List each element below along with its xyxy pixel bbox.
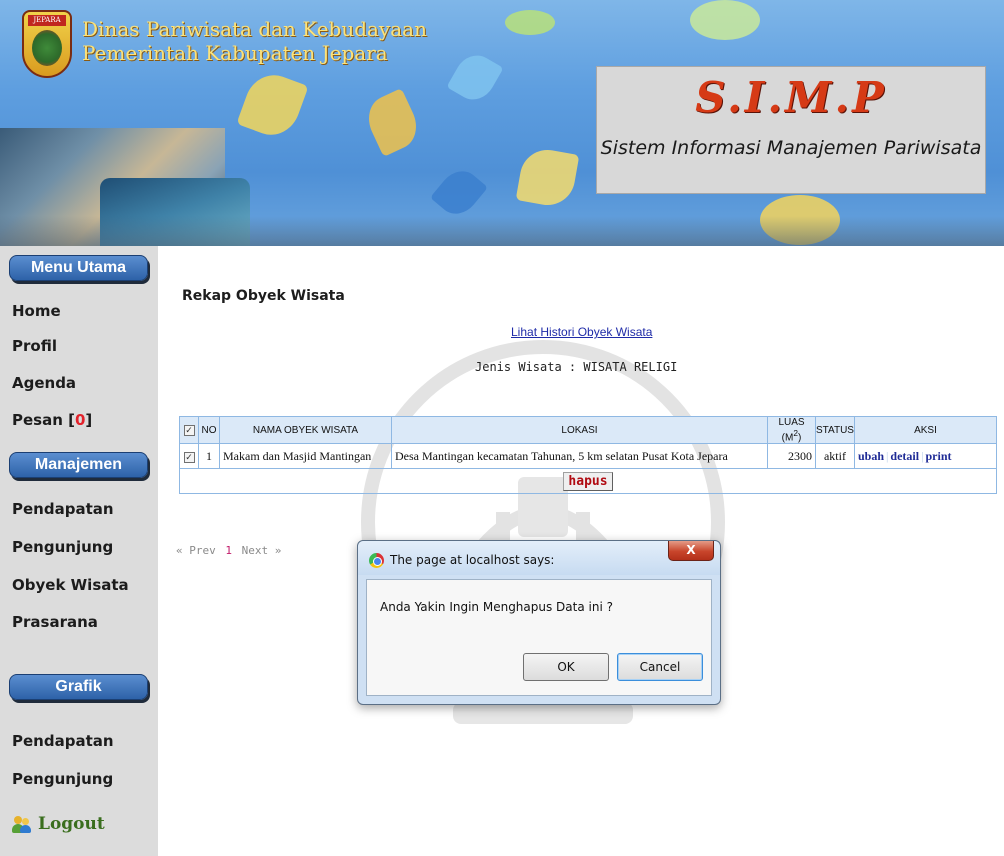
dialog-titlebar: The page at localhost says: X <box>358 541 720 575</box>
dialog-body: Anda Yakin Ingin Menghapus Data ini ? OK… <box>366 579 712 696</box>
header-banner: JEPARA Dinas Pariwisata dan Kebudayaan P… <box>0 0 1004 246</box>
sidebar-item-obyek-wisata[interactable]: Obyek Wisata <box>12 576 129 594</box>
sidebar-item-grafik-pendapatan[interactable]: Pendapatan <box>12 732 114 750</box>
col-status: STATUS <box>815 415 855 445</box>
history-link[interactable]: Lihat Histori Obyek Wisata <box>511 325 652 339</box>
row-nama: Makam dan Masjid Mantingan <box>219 443 392 470</box>
pager-current[interactable]: 1 <box>225 544 232 557</box>
col-luas: LUAS (M2) <box>767 415 816 445</box>
banner-decoration <box>360 88 425 157</box>
chrome-icon <box>369 553 384 568</box>
banner-decoration <box>446 48 504 107</box>
emblem-tag: JEPARA <box>28 15 66 26</box>
dialog-title: The page at localhost says: <box>390 553 555 567</box>
action-separator: | <box>886 448 889 463</box>
page-title: Rekap Obyek Wisata <box>182 288 345 304</box>
banner-decoration <box>505 10 555 35</box>
confirm-dialog: The page at localhost says: X Anda Yakin… <box>357 540 721 705</box>
row-status: aktif <box>815 443 855 470</box>
emblem-inner <box>32 30 62 66</box>
sidebar-item-profil[interactable]: Profil <box>12 337 57 355</box>
row-luas: 2300 <box>767 443 816 470</box>
sidebar-item-pengunjung[interactable]: Pengunjung <box>12 538 113 556</box>
col-aksi: AKSI <box>853 415 998 445</box>
jepara-emblem-logo: JEPARA <box>22 10 72 78</box>
banner-decoration <box>515 145 580 210</box>
col-luas-close: ) <box>797 432 802 444</box>
table-footer-row: hapus <box>179 468 997 495</box>
jenis-wisata-label: Jenis Wisata : WISATA RELIGI <box>475 360 678 374</box>
sidebar-item-home[interactable]: Home <box>12 302 61 320</box>
people-icon <box>12 815 32 833</box>
detail-link[interactable]: detail <box>890 449 919 463</box>
col-lokasi: LOKASI <box>391 415 768 445</box>
sidebar-item-grafik-pengunjung[interactable]: Pengunjung <box>12 770 113 788</box>
sidebar-item-pendapatan[interactable]: Pendapatan <box>12 500 114 518</box>
row-checkbox-cell: ✓ <box>179 443 199 470</box>
row-actions: ubah | detail | print <box>853 443 998 470</box>
grafik-header: Grafik <box>9 674 148 700</box>
app-logo-box: S.I.M.P Sistem Informasi Manajemen Pariw… <box>596 66 986 194</box>
dialog-message: Anda Yakin Ingin Menghapus Data ini ? <box>380 600 613 614</box>
app-subtitle: Sistem Informasi Manajemen Pariwisata <box>600 137 982 159</box>
agency-name: Dinas Pariwisata dan Kebudayaan Pemerint… <box>82 17 427 65</box>
table-row: ✓ 1 Makam dan Masjid Mantingan Desa Mant… <box>179 443 998 470</box>
hapus-cell: hapus <box>179 468 997 495</box>
logout-label: Logout <box>38 814 105 834</box>
pager-next[interactable]: Next » <box>242 544 282 557</box>
ubah-link[interactable]: ubah <box>858 449 884 463</box>
print-link[interactable]: print <box>925 449 951 463</box>
row-no: 1 <box>198 443 220 470</box>
banner-decoration <box>236 67 309 143</box>
menu-utama-header: Menu Utama <box>9 255 148 281</box>
sidebar: Menu Utama Home Profil Agenda Pesan [0] … <box>0 246 158 856</box>
col-no: NO <box>198 415 220 445</box>
app-title: S.I.M.P <box>695 73 887 122</box>
banner-decoration <box>429 163 489 222</box>
pesan-label: Pesan [ <box>12 411 75 429</box>
banner-decoration <box>690 0 760 40</box>
select-all-checkbox[interactable]: ✓ <box>183 424 195 436</box>
action-separator: | <box>921 448 924 463</box>
row-lokasi: Desa Mantingan kecamatan Tahunan, 5 km s… <box>391 443 768 470</box>
pagination: « Prev 1 Next » <box>176 544 281 557</box>
row-checkbox[interactable]: ✓ <box>183 451 195 463</box>
dialog-close-button[interactable]: X <box>668 541 714 561</box>
sidebar-item-pesan[interactable]: Pesan [0] <box>12 411 92 429</box>
logout-button[interactable]: Logout <box>12 814 105 834</box>
sidebar-item-agenda[interactable]: Agenda <box>12 374 76 392</box>
col-nama: NAMA OBYEK WISATA <box>219 415 392 445</box>
pesan-count-badge: 0 <box>74 411 86 429</box>
hapus-button[interactable]: hapus <box>563 471 613 491</box>
select-all-cell: ✓ <box>179 415 199 445</box>
obyek-wisata-table: ✓ NO NAMA OBYEK WISATA LOKASI LUAS (M2) … <box>179 415 998 495</box>
table-header-row: ✓ NO NAMA OBYEK WISATA LOKASI LUAS (M2) … <box>179 415 998 445</box>
sidebar-item-prasarana[interactable]: Prasarana <box>12 613 98 631</box>
agency-line-2: Pemerintah Kabupaten Jepara <box>82 41 388 65</box>
manajemen-header: Manajemen <box>9 452 148 478</box>
pesan-suffix: ] <box>85 411 93 429</box>
cancel-button[interactable]: Cancel <box>617 653 703 681</box>
ok-button[interactable]: OK <box>523 653 609 681</box>
agency-line-1: Dinas Pariwisata dan Kebudayaan <box>82 17 427 41</box>
banner-waterline <box>0 216 1004 246</box>
pager-prev[interactable]: « Prev <box>176 544 216 557</box>
